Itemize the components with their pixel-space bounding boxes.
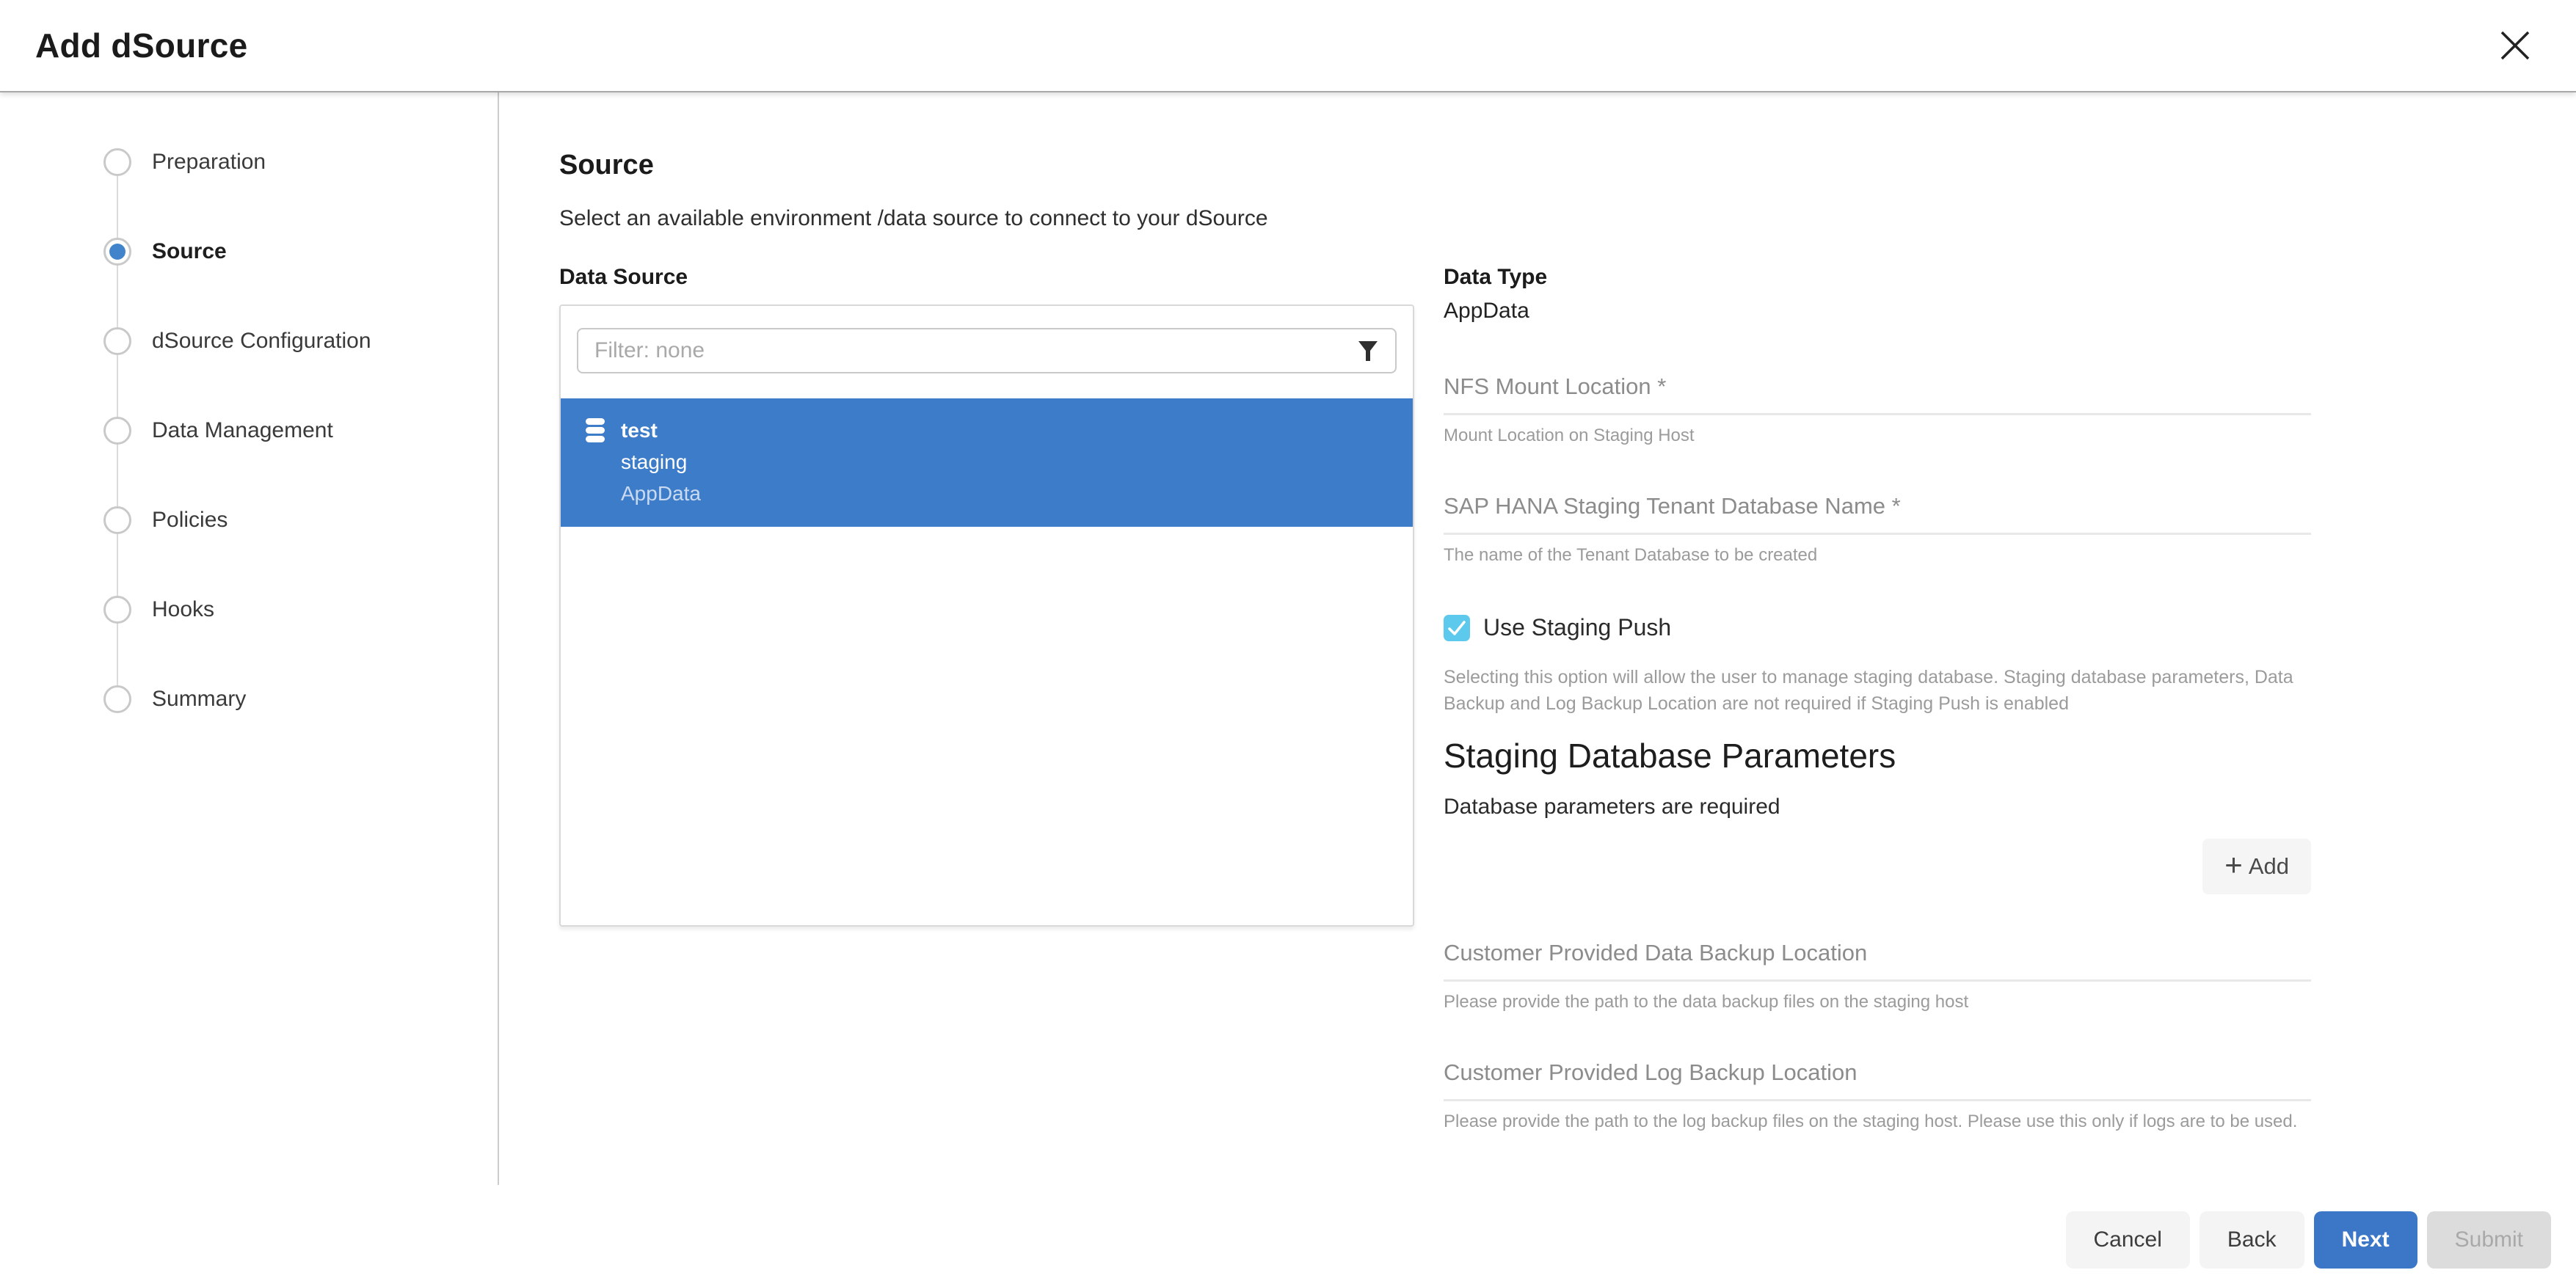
next-button[interactable]: Next: [2314, 1211, 2417, 1269]
back-button[interactable]: Back: [2200, 1211, 2304, 1269]
step-circle-icon: [103, 596, 131, 624]
staging-db-params-heading: Staging Database Parameters: [1444, 736, 2311, 775]
main-content: Source Select an available environment /…: [499, 92, 2576, 1281]
data-source-item-selected[interactable]: test staging AppData: [561, 398, 1413, 527]
log-backup-location-input[interactable]: [1444, 1059, 2311, 1101]
step-policies[interactable]: Policies: [0, 475, 498, 565]
field-helper: Mount Location on Staging Host: [1444, 426, 2311, 446]
add-parameter-button[interactable]: + Add: [2202, 839, 2311, 894]
step-data-management[interactable]: Data Management: [0, 386, 498, 475]
dialog-header: Add dSource: [0, 0, 2576, 92]
dialog-title: Add dSource: [35, 26, 248, 65]
data-source-environment: staging: [621, 446, 701, 478]
staging-db-params-subheading: Database parameters are required: [1444, 795, 2311, 820]
data-source-type: AppData: [621, 478, 701, 509]
tenant-database-name-field: The name of the Tenant Database to be cr…: [1444, 493, 2311, 566]
tenant-database-name-input[interactable]: [1444, 493, 2311, 535]
filter-input[interactable]: [577, 328, 1397, 373]
data-type-value: AppData: [1444, 299, 2311, 324]
step-circle-icon: [103, 685, 131, 713]
step-circle-active-icon: [103, 238, 131, 266]
step-label: Source: [152, 239, 227, 264]
step-circle-icon: [103, 417, 131, 445]
nfs-mount-location-input[interactable]: [1444, 373, 2311, 415]
plus-icon: +: [2224, 850, 2243, 880]
step-circle-icon: [103, 148, 131, 176]
step-dsource-configuration[interactable]: dSource Configuration: [0, 296, 498, 386]
field-helper: Please provide the path to the log backu…: [1444, 1112, 2311, 1132]
log-backup-location-field: Please provide the path to the log backu…: [1444, 1059, 2311, 1132]
data-type-label: Data Type: [1444, 265, 2311, 290]
page-title: Source: [559, 150, 2576, 181]
step-label: Data Management: [152, 418, 333, 443]
wizard-sidebar: Preparation Source dSource Configuration…: [0, 92, 499, 1185]
field-helper: The name of the Tenant Database to be cr…: [1444, 545, 2311, 566]
use-staging-push-row[interactable]: Use Staging Push: [1444, 614, 2311, 641]
step-preparation[interactable]: Preparation: [0, 117, 498, 207]
data-source-list: test staging AppData: [561, 398, 1413, 527]
step-source[interactable]: Source: [0, 207, 498, 296]
step-hooks[interactable]: Hooks: [0, 565, 498, 654]
data-source-column: Data Source: [559, 265, 1414, 1161]
step-label: Preparation: [152, 150, 266, 175]
field-helper: Please provide the path to the data back…: [1444, 992, 2311, 1012]
add-dsource-dialog: Add dSource Preparation Source: [0, 0, 2576, 1281]
staging-push-label: Use Staging Push: [1483, 614, 1671, 641]
cancel-button[interactable]: Cancel: [2066, 1211, 2190, 1269]
wizard-steps: Preparation Source dSource Configuration…: [0, 117, 498, 744]
staging-push-description: Selecting this option will allow the use…: [1444, 665, 2311, 717]
dialog-body: Preparation Source dSource Configuration…: [0, 92, 2576, 1281]
step-label: Policies: [152, 508, 228, 533]
page-subtitle: Select an available environment /data so…: [559, 206, 2576, 231]
step-label: Summary: [152, 687, 246, 712]
data-backup-location-input[interactable]: [1444, 940, 2311, 982]
data-source-name: test: [621, 415, 701, 446]
step-circle-icon: [103, 506, 131, 534]
add-button-label: Add: [2249, 853, 2289, 880]
step-summary[interactable]: Summary: [0, 654, 498, 744]
data-source-label: Data Source: [559, 265, 1414, 290]
step-label: Hooks: [152, 597, 214, 622]
submit-button-disabled[interactable]: Submit: [2427, 1211, 2551, 1269]
data-backup-location-field: Please provide the path to the data back…: [1444, 940, 2311, 1012]
data-source-panel: test staging AppData: [559, 304, 1414, 927]
close-icon[interactable]: [2492, 23, 2538, 68]
step-label: dSource Configuration: [152, 329, 371, 354]
nfs-mount-location-field: Mount Location on Staging Host: [1444, 373, 2311, 446]
details-column: Data Type AppData Mount Location on Stag…: [1444, 265, 2311, 1161]
staging-push-checkbox-checked[interactable]: [1444, 615, 1470, 641]
footer-actions: Cancel Back Next Submit: [2066, 1211, 2552, 1269]
database-icon: [586, 418, 605, 509]
step-circle-icon: [103, 327, 131, 355]
